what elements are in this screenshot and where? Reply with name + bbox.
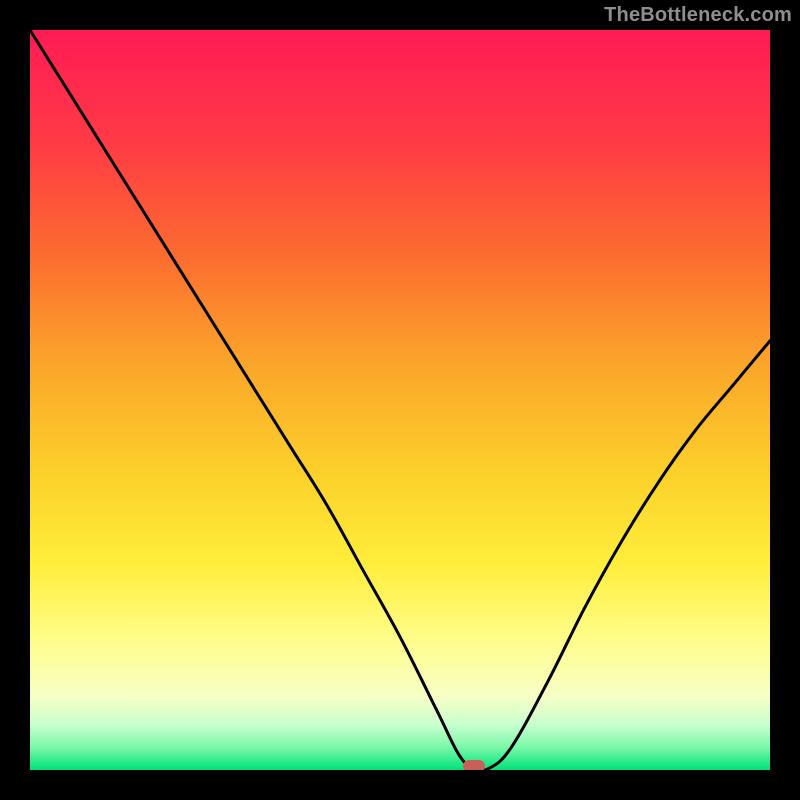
chart-frame: TheBottleneck.com	[0, 0, 800, 800]
bottleneck-curve	[30, 30, 770, 770]
watermark-text: TheBottleneck.com	[604, 4, 792, 27]
min-marker	[463, 760, 485, 770]
plot-area	[30, 30, 770, 770]
curve-path	[30, 30, 770, 770]
